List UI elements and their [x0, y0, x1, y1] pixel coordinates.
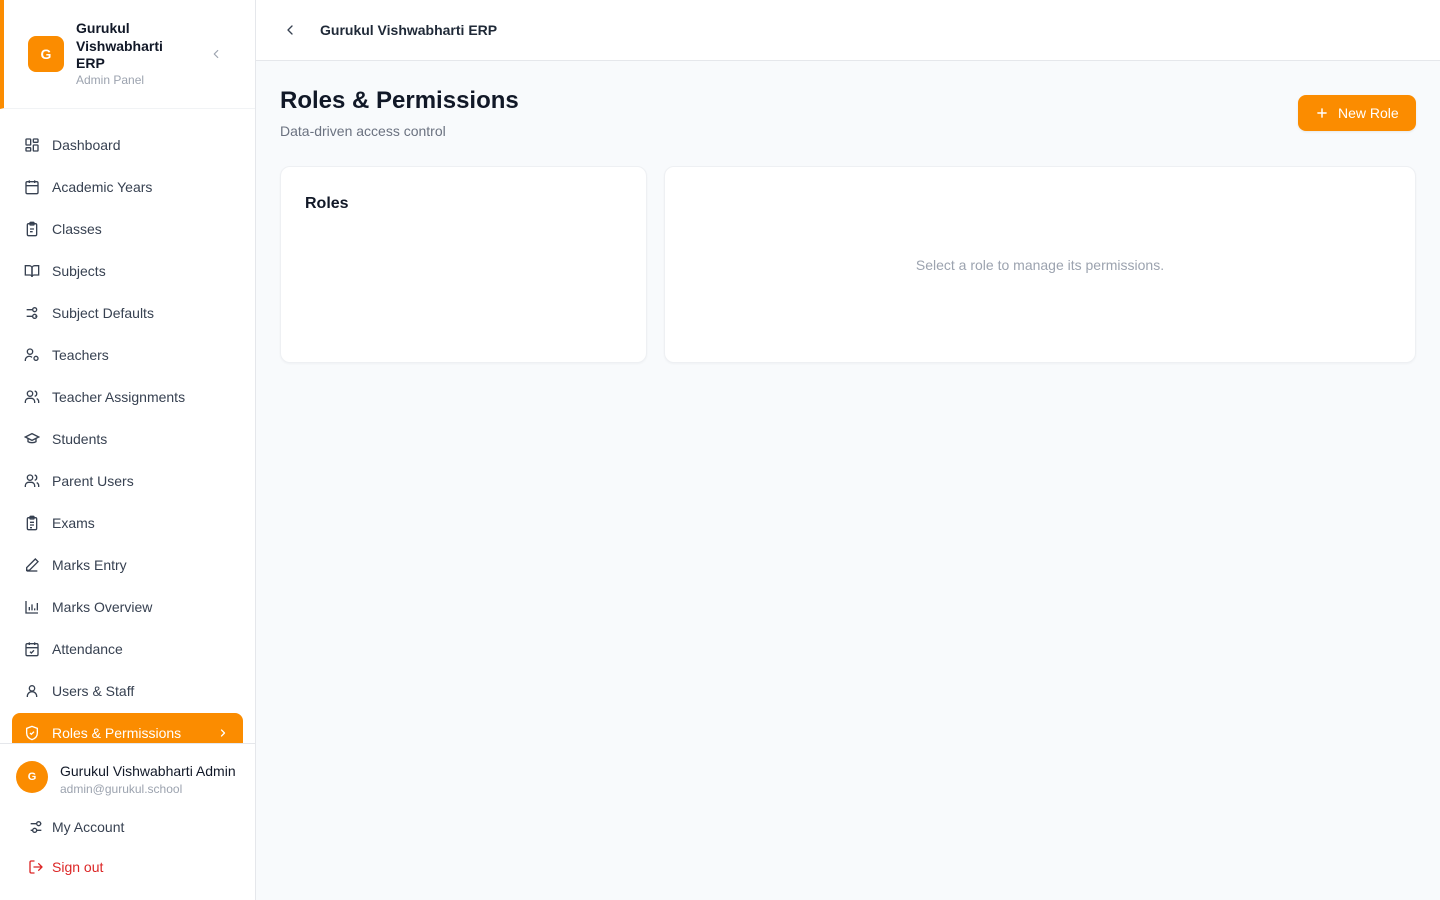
sliders-icon	[28, 819, 44, 835]
sidebar-item-label: Classes	[52, 221, 102, 237]
sidebar-item-teacher-assignments[interactable]: Teacher Assignments	[12, 377, 243, 417]
calendar-icon	[24, 179, 40, 195]
roles-card-title: Roles	[305, 195, 349, 212]
log-out-icon	[28, 859, 44, 875]
user-cog-icon	[24, 347, 40, 363]
topbar: Gurukul Vishwabharti ERP	[256, 0, 1440, 61]
sidebar-item-attendance[interactable]: Attendance	[12, 629, 243, 669]
plus-icon	[1314, 105, 1330, 121]
brand-header: G Gurukul Vishwabharti ERP Admin Panel	[0, 0, 255, 109]
my-account-label: My Account	[52, 819, 125, 835]
sidebar-nav: Dashboard Academic Years Classes Subject…	[12, 125, 243, 743]
sidebar-item-label: Subject Defaults	[52, 305, 154, 321]
sidebar-item-label: Users & Staff	[52, 683, 135, 699]
sidebar-item-parent-users[interactable]: Parent Users	[12, 461, 243, 501]
users-icon	[24, 389, 40, 405]
sidebar-item-exams[interactable]: Exams	[12, 503, 243, 543]
users-icon	[24, 473, 40, 489]
collapse-sidebar-button[interactable]	[206, 44, 226, 64]
dashboard-icon	[24, 137, 40, 153]
sidebar-item-marks-entry[interactable]: Marks Entry	[12, 545, 243, 585]
sidebar-item-academic-years[interactable]: Academic Years	[12, 167, 243, 207]
back-button[interactable]	[280, 20, 300, 40]
sidebar-item-label: Subjects	[52, 263, 106, 279]
sliders-icon	[24, 305, 40, 321]
sidebar-item-subject-defaults[interactable]: Subject Defaults	[12, 293, 243, 333]
sidebar-item-teachers[interactable]: Teachers	[12, 335, 243, 375]
sidebar-item-subjects[interactable]: Subjects	[12, 251, 243, 291]
chevron-left-icon	[213, 49, 219, 59]
sign-out-label: Sign out	[52, 859, 104, 875]
user-icon	[24, 683, 40, 699]
sidebar-item-label: Marks Overview	[52, 599, 153, 615]
sign-out-link[interactable]: Sign out	[28, 857, 103, 877]
sidebar-item-dashboard[interactable]: Dashboard	[12, 125, 243, 165]
my-account-link[interactable]: My Account	[28, 817, 124, 837]
brand-title: Gurukul Vishwabharti ERP	[76, 20, 163, 71]
calendar-check-icon	[24, 641, 40, 657]
sidebar-item-students[interactable]: Students	[12, 419, 243, 459]
sidebar-item-label: Attendance	[52, 641, 123, 657]
page-subtitle: Data-driven access control	[280, 123, 446, 139]
new-role-label: New Role	[1338, 105, 1399, 121]
sidebar-item-label: Marks Entry	[52, 557, 127, 573]
clipboard-icon	[24, 221, 40, 237]
clipboard-list-icon	[24, 515, 40, 531]
shield-check-icon	[24, 725, 40, 741]
page-title: Roles & Permissions	[280, 87, 519, 114]
sidebar-item-label: Academic Years	[52, 179, 153, 195]
sidebar-item-label: Exams	[52, 515, 95, 531]
topbar-title: Gurukul Vishwabharti ERP	[320, 22, 498, 38]
sidebar-item-label: Teachers	[52, 347, 109, 363]
sidebar-item-classes[interactable]: Classes	[12, 209, 243, 249]
sidebar-item-label: Teacher Assignments	[52, 389, 186, 405]
sidebar-item-users-staff[interactable]: Users & Staff	[12, 671, 243, 711]
sidebar-item-label: Parent Users	[52, 473, 134, 489]
permissions-card: Select a role to manage its permissions.	[664, 166, 1416, 363]
sidebar-item-marks-overview[interactable]: Marks Overview	[12, 587, 243, 627]
user-email: admin@gurukul.school	[60, 782, 183, 796]
brand-subtitle: Admin Panel	[76, 73, 145, 87]
brand-logo: G	[28, 36, 64, 72]
chevron-right-icon	[217, 726, 229, 743]
user-panel: G Gurukul Vishwabharti Admin admin@guruk…	[0, 743, 255, 900]
avatar: G	[16, 761, 48, 793]
sidebar-item-roles-permissions[interactable]: Roles & Permissions	[12, 713, 243, 743]
permissions-empty-state: Select a role to manage its permissions.	[915, 257, 1165, 273]
roles-card: Roles	[280, 166, 647, 363]
graduation-cap-icon	[24, 431, 40, 447]
pencil-icon	[24, 557, 40, 573]
chevron-left-icon	[287, 25, 293, 35]
book-icon	[24, 263, 40, 279]
new-role-button[interactable]: New Role	[1298, 95, 1416, 131]
user-name: Gurukul Vishwabharti Admin	[60, 763, 236, 779]
sidebar-item-label: Roles & Permissions	[52, 725, 182, 741]
bar-chart-icon	[24, 599, 40, 615]
sidebar-item-label: Dashboard	[52, 137, 121, 153]
sidebar-item-label: Students	[52, 431, 108, 447]
sidebar: G Gurukul Vishwabharti ERP Admin Panel D…	[0, 0, 256, 900]
